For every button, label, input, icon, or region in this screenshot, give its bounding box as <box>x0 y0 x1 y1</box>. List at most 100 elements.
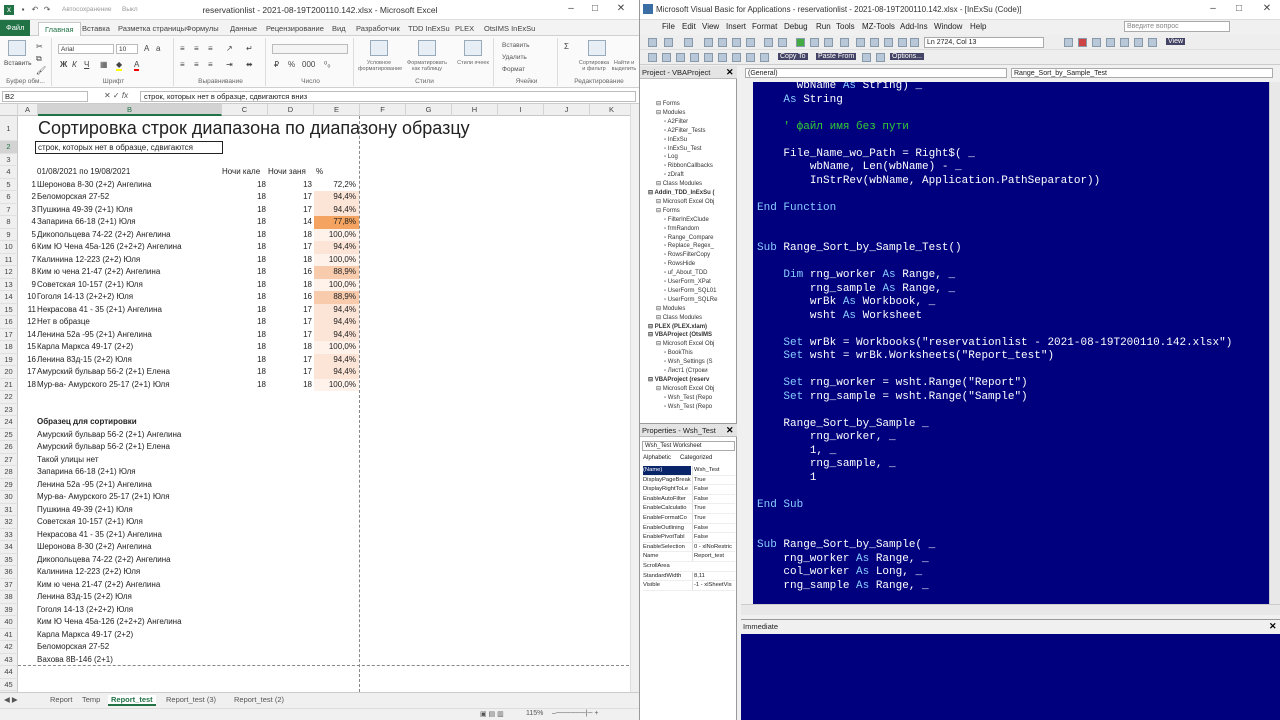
mz-h-icon[interactable] <box>746 53 755 62</box>
property-row[interactable]: Name Report_test <box>643 552 735 562</box>
property-row[interactable]: StandardWidth 8,11 <box>643 571 735 582</box>
row-number[interactable]: 16 <box>0 316 18 329</box>
mz-tool-7-icon[interactable] <box>1148 38 1157 47</box>
tree-node[interactable]: ▫ Range_Compare <box>664 234 714 242</box>
row-number[interactable]: 25 <box>0 428 18 441</box>
insert-module-icon[interactable] <box>664 38 673 47</box>
vbe-cut-icon[interactable] <box>704 38 713 47</box>
row-number[interactable]: 20 <box>0 366 18 379</box>
bold-icon[interactable]: Ж <box>60 60 67 69</box>
vbe-help-icon[interactable] <box>910 38 919 47</box>
row-number[interactable]: 17 <box>0 328 18 341</box>
align-top-icon[interactable]: ≡ <box>180 44 185 53</box>
help-search-input[interactable]: Введите вопрос <box>1124 21 1230 32</box>
row-number[interactable]: 35 <box>0 553 18 566</box>
tree-node[interactable]: ▫ A2Filter <box>664 118 688 126</box>
tree-node[interactable]: ▫ Replace_Regex_ <box>664 242 714 250</box>
column-header-k[interactable]: K <box>590 104 634 116</box>
cell-text[interactable]: строк, которых нет в образце, сдвигаются <box>35 141 223 154</box>
property-value[interactable]: 8,11 <box>692 571 735 581</box>
project-close-icon[interactable]: ✕ <box>726 67 734 78</box>
tree-node[interactable]: ▫ RowsFilterCopy <box>664 251 710 259</box>
row-number[interactable]: 43 <box>0 653 18 666</box>
break-icon[interactable] <box>810 38 819 47</box>
menu-debug[interactable]: Debug <box>784 22 808 31</box>
immediate-input[interactable] <box>741 634 1280 720</box>
align-center-icon[interactable]: ≡ <box>194 60 199 69</box>
align-right-icon[interactable]: ≡ <box>208 60 213 69</box>
tab-plex[interactable]: PLEX <box>455 22 474 36</box>
object-select[interactable]: (General) <box>745 68 1007 78</box>
tree-node[interactable]: ⊟ PLEX (PLEX.xlam) <box>648 323 707 331</box>
number-format-select[interactable] <box>272 44 348 54</box>
tree-node[interactable]: ⊟ Class Modules <box>656 180 702 188</box>
tree-node[interactable]: ⊟ Microsoft Excel Obj <box>656 340 714 348</box>
formula-input[interactable]: строк, которых нет в образце, сдвигаются… <box>140 91 636 102</box>
run-icon[interactable] <box>796 38 805 47</box>
tab-page-layout[interactable]: Разметка страницы <box>118 22 186 36</box>
menu-view[interactable]: View <box>702 22 719 31</box>
mz-tool-2-icon[interactable] <box>1078 38 1087 47</box>
properties-object-select[interactable]: Wsh_Test Worksheet <box>642 441 735 451</box>
autosum-icon[interactable]: Σ <box>564 42 569 51</box>
font-name-select[interactable]: Arial <box>58 44 114 54</box>
maximize-icon[interactable]: □ <box>588 3 602 14</box>
row-number[interactable]: 10 <box>0 241 18 254</box>
menu-edit[interactable]: Edit <box>682 22 696 31</box>
tab-insert[interactable]: Вставка <box>82 22 110 36</box>
menu-help[interactable]: Help <box>970 22 986 31</box>
sort-filter-icon[interactable] <box>588 40 606 56</box>
vbe-undo-icon[interactable] <box>764 38 773 47</box>
orientation-icon[interactable]: ↗ <box>226 44 233 53</box>
tree-node[interactable]: ▫ RibbonCallbacks <box>664 162 713 170</box>
comma-icon[interactable]: 000 <box>302 60 315 69</box>
tab-file[interactable]: Файл <box>0 20 31 36</box>
row-number[interactable]: 29 <box>0 478 18 491</box>
row-number[interactable]: 3 <box>0 153 18 166</box>
row-number[interactable]: 18 <box>0 341 18 354</box>
property-value[interactable]: False <box>692 485 735 494</box>
immediate-close-icon[interactable]: ✕ <box>1269 621 1277 632</box>
mz-tool-3-icon[interactable] <box>1092 38 1101 47</box>
vbe-redo-icon[interactable] <box>778 38 787 47</box>
view-button[interactable]: View <box>1166 38 1186 45</box>
tab-view[interactable]: Вид <box>332 22 346 36</box>
row-number[interactable]: 23 <box>0 403 18 416</box>
property-value[interactable]: Report_test <box>692 552 735 561</box>
column-header-e[interactable]: E <box>314 104 360 116</box>
paste-icon[interactable] <box>8 40 26 56</box>
tree-node[interactable]: ▫ A2Filter_Tests <box>664 127 705 135</box>
row-number[interactable]: 22 <box>0 391 18 404</box>
property-row[interactable]: EnableOutlining False <box>643 523 735 534</box>
sort-filter-button[interactable]: Сортировка и фильтр <box>578 60 610 72</box>
mz-tool-5-icon[interactable] <box>1120 38 1129 47</box>
row-number[interactable]: 4 <box>0 166 18 179</box>
row-number[interactable]: 39 <box>0 603 18 616</box>
row-number[interactable]: 40 <box>0 616 18 629</box>
tree-node[interactable]: ▫ UserForm_SQL01 <box>664 287 716 295</box>
mz-a-icon[interactable] <box>648 53 657 62</box>
cond-format-icon[interactable] <box>370 40 388 56</box>
vbe-save-icon[interactable] <box>684 38 693 47</box>
tree-node[interactable]: ⊟ Modules <box>656 305 685 313</box>
tree-node[interactable]: ▫ uf_About_TDD <box>664 269 707 277</box>
tree-node[interactable]: ▫ UserForm_SQLRe <box>664 296 717 304</box>
property-row[interactable]: EnablePivotTabl False <box>643 533 735 543</box>
tab-categorized[interactable]: Categorized <box>680 455 712 461</box>
minimize-icon[interactable]: – <box>564 3 578 14</box>
tree-node[interactable]: ⊟ Class Modules <box>656 314 702 322</box>
tree-node[interactable]: ▫ FilterInExClude <box>664 216 709 224</box>
row-number[interactable]: 30 <box>0 491 18 504</box>
insert-cells-button[interactable]: Вставить <box>502 42 530 49</box>
tree-node[interactable]: ⊟ Forms <box>656 100 680 108</box>
copy-to-button[interactable]: Copy To <box>778 53 808 60</box>
tab-tdd-inexsu[interactable]: TDD InExSu <box>408 22 450 36</box>
format-cells-button[interactable]: Формат <box>502 66 525 73</box>
row-number[interactable]: 45 <box>0 678 18 691</box>
property-value[interactable]: False <box>692 523 735 533</box>
merge-icon[interactable]: ⬌ <box>246 60 253 69</box>
row-number[interactable]: 14 <box>0 291 18 304</box>
vbe-minimize-icon[interactable]: – <box>1206 3 1220 14</box>
property-row[interactable]: (Name) Wsh_Test <box>643 466 735 476</box>
property-row[interactable]: EnableAutoFilter False <box>643 494 735 505</box>
